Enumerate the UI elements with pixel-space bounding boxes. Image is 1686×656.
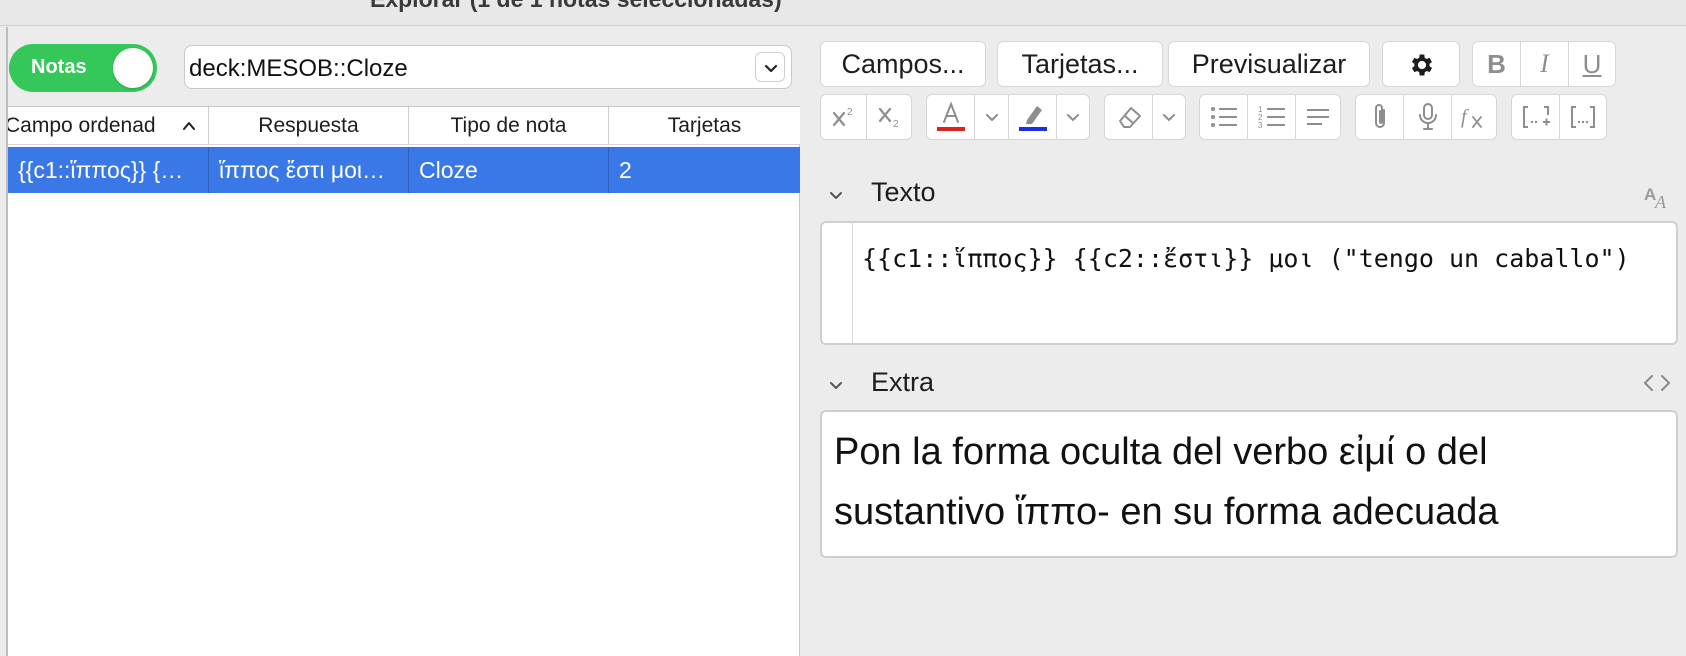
editor-gutter — [852, 223, 853, 343]
cloze-same-button[interactable] — [1560, 95, 1606, 139]
gear-icon — [1411, 54, 1433, 76]
window-title: Explorar (1 de 1 notas seleccionadas) — [370, 0, 782, 13]
cloze-icon — [1571, 106, 1595, 128]
underline-button[interactable]: U — [1569, 42, 1615, 86]
search-dropdown-button[interactable] — [755, 52, 785, 82]
column-header-cards[interactable]: Tarjetas — [609, 107, 800, 145]
sort-ascending-icon — [183, 122, 195, 130]
window-titlebar: Explorar (1 de 1 notas seleccionadas) — [0, 0, 1686, 26]
chevron-down-icon — [830, 382, 842, 389]
svg-text:2: 2 — [893, 119, 899, 129]
paperclip-icon — [1374, 104, 1385, 128]
color-group — [926, 94, 1090, 140]
search-input[interactable]: deck:MESOB::Cloze — [189, 55, 408, 83]
toggle-knob — [113, 48, 153, 88]
bold-button[interactable]: B — [1473, 42, 1521, 86]
numbered-list-icon: 123 — [1258, 105, 1285, 130]
field-editor-extra[interactable]: Pon la forma oculta del verbo εἰμί o del… — [820, 410, 1678, 558]
column-header-answer[interactable]: Respuesta — [209, 107, 409, 145]
italic-button[interactable]: I — [1521, 42, 1569, 86]
cloze-group — [1511, 94, 1607, 140]
list-group: 123 — [1199, 94, 1341, 140]
cloze-new-icon — [1522, 106, 1550, 128]
field-editor-texto[interactable]: {{c1::ἵππος}} {{c2::ἔστι}} μοι ("tengo u… — [820, 221, 1678, 345]
text-color-icon — [936, 101, 965, 131]
svg-text:3: 3 — [1258, 121, 1263, 130]
function-icon: f — [1461, 106, 1482, 128]
chevron-down-icon — [985, 114, 998, 121]
script-group: 2 2 — [820, 94, 912, 140]
highlight-color-button[interactable] — [1009, 95, 1057, 139]
record-audio-button[interactable] — [1404, 95, 1452, 139]
field-value[interactable]: {{c1::ἵππος}} {{c2::ἔστι}} μοι ("tengo u… — [862, 237, 1662, 281]
cloze-new-button[interactable] — [1512, 95, 1560, 139]
preview-button[interactable]: Previsualizar — [1168, 41, 1370, 87]
highlighter-icon — [1018, 106, 1047, 131]
cards-button[interactable]: Tarjetas... — [997, 41, 1163, 87]
column-header-note-type[interactable]: Tipo de nota — [409, 107, 609, 145]
field-value[interactable]: Pon la forma oculta del verbo εἰμί o del… — [834, 422, 1654, 542]
search-combobox[interactable]: deck:MESOB::Cloze — [184, 45, 792, 89]
cell-cards: 2 — [619, 157, 632, 183]
align-button[interactable] — [1296, 95, 1340, 139]
chevron-down-icon — [830, 192, 842, 199]
superscript-icon: 2 — [832, 107, 853, 127]
superscript-button[interactable]: 2 — [821, 95, 867, 139]
align-left-icon — [1307, 109, 1329, 125]
text-style-group: B I U — [1472, 41, 1616, 87]
eraser-icon — [1118, 107, 1141, 128]
field-name: Extra — [871, 367, 935, 397]
column-header-sort-field[interactable]: Campo ordenad — [8, 107, 209, 145]
microphone-icon — [1418, 103, 1437, 130]
subscript-button[interactable]: 2 — [867, 95, 912, 139]
bullet-list-icon — [1210, 107, 1237, 127]
fields-button[interactable]: Campos... — [820, 41, 986, 87]
browser-pane: Notas deck:MESOB::Cloze Campo ordenad Re… — [0, 27, 808, 656]
cell-answer: ἵππος ἔστι μοι… — [209, 147, 409, 193]
cell-sort-field: {{c1::ἵππος}} {… — [8, 147, 209, 193]
media-group: f — [1355, 94, 1497, 140]
cell-note-type: Cloze — [409, 147, 609, 193]
remove-format-dropdown[interactable] — [1153, 95, 1185, 139]
chevron-down-icon — [764, 64, 778, 73]
attach-button[interactable] — [1356, 95, 1404, 139]
text-color-button[interactable] — [927, 95, 975, 139]
editor-pane: Campos... Tarjetas... Previsualizar B I … — [808, 27, 1686, 656]
font-size-icon[interactable]: AA — [1644, 184, 1672, 210]
remove-format-button[interactable] — [1105, 95, 1153, 139]
code-view-icon[interactable] — [1642, 373, 1672, 393]
math-button[interactable]: f — [1452, 95, 1496, 139]
chevron-down-icon — [1067, 114, 1079, 121]
table-header: Campo ordenad Respuesta Tipo de nota Tar… — [8, 107, 800, 145]
svg-text:f: f — [1461, 106, 1469, 128]
options-button[interactable] — [1382, 41, 1460, 87]
ordered-list-button[interactable]: 123 — [1248, 95, 1296, 139]
chevron-down-icon — [1163, 114, 1175, 121]
notes-cards-toggle[interactable]: Notas — [9, 44, 157, 92]
svg-text:2: 2 — [847, 107, 853, 118]
text-color-dropdown[interactable] — [975, 95, 1009, 139]
toggle-label: Notas — [31, 56, 87, 78]
field-name: Texto — [871, 177, 936, 207]
unordered-list-button[interactable] — [1200, 95, 1248, 139]
table-row[interactable]: {{c1::ἵππος}} {… ἵππος ἔστι μοι… Cloze 2 — [8, 147, 800, 193]
notes-table: Campo ordenad Respuesta Tipo de nota Tar… — [8, 106, 800, 656]
subscript-icon: 2 — [878, 107, 899, 129]
svg-text:A: A — [1654, 192, 1667, 210]
highlight-color-dropdown[interactable] — [1057, 95, 1089, 139]
eraser-group — [1104, 94, 1186, 140]
